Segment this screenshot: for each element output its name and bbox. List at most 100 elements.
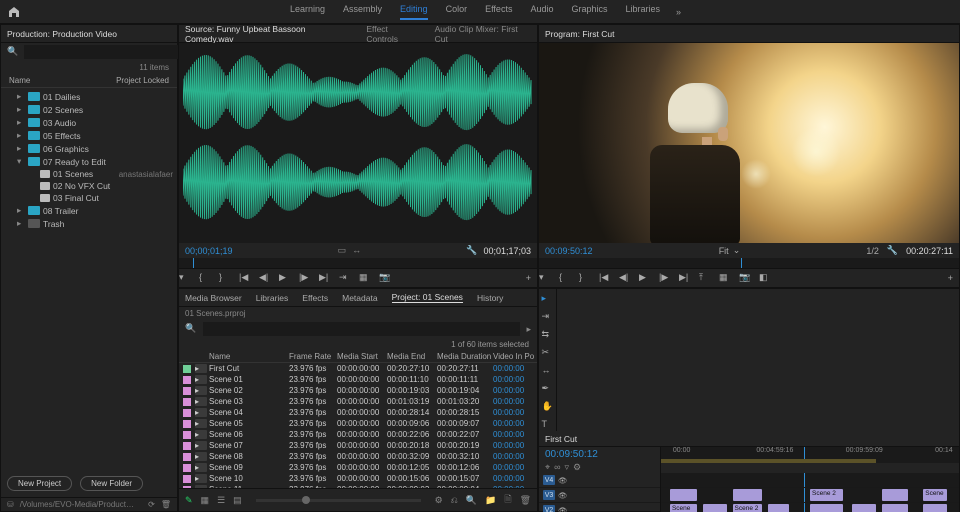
workspace-tab-assembly[interactable]: Assembly xyxy=(343,4,382,20)
workspace-tab-graphics[interactable]: Graphics xyxy=(571,4,607,20)
tree-item[interactable]: ▸Trash xyxy=(5,217,173,230)
tree-item[interactable]: ▸02 Scenes xyxy=(5,103,173,116)
fit-dropdown[interactable]: Fit xyxy=(719,246,729,256)
pencil-icon[interactable]: ✎ xyxy=(185,495,193,506)
chevron-down-icon[interactable]: ⌄ xyxy=(733,245,741,256)
video-lane[interactable]: Scene 1Scene 2 xyxy=(661,503,959,512)
tree-item[interactable]: ▾07 Ready to Edit xyxy=(5,155,173,168)
workspace-tab-libraries[interactable]: Libraries xyxy=(626,4,661,20)
video-clip[interactable] xyxy=(882,504,909,512)
automate-icon[interactable]: ⎌ xyxy=(451,495,458,506)
thumbnail-size-slider[interactable] xyxy=(256,499,421,502)
project-tab[interactable]: Project: 01 Scenes xyxy=(392,292,463,303)
project-row[interactable]: ▸Scene 0923.976 fps00:00:00:0000:00:12:0… xyxy=(179,462,537,473)
work-area-bar[interactable] xyxy=(661,459,959,463)
insert-icon[interactable]: ⇥ xyxy=(339,272,351,284)
project-tab[interactable]: Libraries xyxy=(256,293,289,303)
project-tab[interactable]: Metadata xyxy=(342,293,377,303)
export-frame-icon[interactable]: 📷 xyxy=(379,272,391,284)
step-back-icon[interactable]: ◀| xyxy=(259,272,271,284)
extract-icon[interactable]: ▦ xyxy=(719,272,731,284)
source-timecode-right[interactable]: 00;01;17;03 xyxy=(483,246,531,256)
video-clip[interactable] xyxy=(810,504,843,512)
source-ruler[interactable] xyxy=(179,258,537,268)
home-icon[interactable] xyxy=(8,6,20,18)
go-to-out-icon[interactable]: ▶| xyxy=(679,272,691,284)
timeline-ruler[interactable]: 00:0000:04:59:1600:09:59:0900:14 xyxy=(661,447,959,459)
ripple-edit-tool-icon[interactable]: ⇆ xyxy=(542,329,554,341)
video-clip[interactable] xyxy=(768,504,789,512)
marker-tool-icon[interactable]: ▿ xyxy=(565,462,570,473)
col-fps[interactable]: Frame Rate xyxy=(289,352,337,361)
tree-item[interactable]: ▸01 Dailies xyxy=(5,90,173,103)
search-icon[interactable]: 🔍 xyxy=(7,46,18,58)
project-tab[interactable]: Media Browser xyxy=(185,293,242,303)
project-row[interactable]: ▸Scene 0823.976 fps00:00:00:0000:00:32:0… xyxy=(179,451,537,462)
settings-icon[interactable]: ⚙ xyxy=(573,462,581,473)
col-status[interactable]: Project Locked xyxy=(116,76,169,85)
source-timecode-left[interactable]: 00;00;01;19 xyxy=(185,246,233,256)
timeline-timecode[interactable]: 00:09:50:12 xyxy=(545,449,654,460)
project-row[interactable]: ▸First Cut23.976 fps00:00:00:0000:20:27:… xyxy=(179,363,537,374)
video-clip[interactable] xyxy=(923,504,947,512)
video-clip[interactable] xyxy=(882,489,909,501)
tree-item[interactable]: ▸08 Trailer xyxy=(5,204,173,217)
tree-item[interactable]: 03 Final Cut xyxy=(5,192,173,204)
tree-item[interactable]: ▸03 Audio xyxy=(5,116,173,129)
step-back-icon[interactable]: ◀| xyxy=(619,272,631,284)
tree-item[interactable]: 01 Scenesanastasialafaer xyxy=(5,168,173,180)
comparison-view-icon[interactable]: ◧ xyxy=(759,272,771,284)
sequence-tab[interactable]: First Cut xyxy=(545,434,577,444)
trash-icon[interactable]: 🗑 xyxy=(520,495,531,506)
wrench-icon[interactable]: 🔧 xyxy=(887,245,898,256)
workspace-tab-color[interactable]: Color xyxy=(446,4,468,20)
tree-item[interactable]: ▸05 Effects xyxy=(5,129,173,142)
effect-controls-tab[interactable]: Effect Controls xyxy=(366,24,420,44)
project-row[interactable]: ▸Scene 0123.976 fps00:00:00:0000:00:11:1… xyxy=(179,374,537,385)
workspace-tab-editing[interactable]: Editing xyxy=(400,4,428,20)
project-tab[interactable]: Effects xyxy=(302,293,328,303)
source-tab[interactable]: Source: Funny Upbeat Bassoon Comedy.wav xyxy=(185,24,352,44)
program-ruler[interactable] xyxy=(539,258,959,268)
track-select-tool-icon[interactable]: ⇥ xyxy=(542,311,554,323)
marker-icon[interactable]: ▾ xyxy=(179,272,191,284)
wrench-icon[interactable]: 🔧 xyxy=(466,245,477,256)
search-icon[interactable]: 🔍 xyxy=(185,323,197,335)
project-tab[interactable]: History xyxy=(477,293,503,303)
video-lane[interactable] xyxy=(661,473,959,488)
button-editor-icon[interactable]: + xyxy=(526,273,531,283)
overwrite-icon[interactable]: ▦ xyxy=(359,272,371,284)
new-folder-button[interactable]: New Folder xyxy=(80,476,143,491)
program-timecode-left[interactable]: 00:09:50:12 xyxy=(545,246,593,256)
workspace-overflow-icon[interactable]: » xyxy=(676,7,681,17)
project-search-input[interactable] xyxy=(203,322,520,336)
slip-tool-icon[interactable]: ↔ xyxy=(542,365,554,377)
production-tab[interactable]: Production: Production Video xyxy=(7,29,117,39)
video-clip[interactable] xyxy=(852,504,876,512)
col-dur[interactable]: Media Duration xyxy=(437,352,493,361)
production-search-input[interactable] xyxy=(24,45,201,59)
workspace-tab-effects[interactable]: Effects xyxy=(485,4,512,20)
in-point-icon[interactable]: { xyxy=(199,272,211,284)
project-row[interactable]: ▸Scene 0423.976 fps00:00:00:0000:00:28:1… xyxy=(179,407,537,418)
source-zoom-out-icon[interactable]: ▭ xyxy=(338,245,347,256)
project-row[interactable]: ▸Scene 0223.976 fps00:00:00:0000:00:19:0… xyxy=(179,385,537,396)
video-clip[interactable] xyxy=(703,504,727,512)
video-track-head[interactable]: V3👁 xyxy=(539,488,660,503)
in-point-icon[interactable]: { xyxy=(559,272,571,284)
video-clip[interactable]: Scene xyxy=(923,489,947,501)
project-row[interactable]: ▸Scene 0323.976 fps00:00:00:0000:01:03:1… xyxy=(179,396,537,407)
project-row[interactable]: ▸Scene 0623.976 fps00:00:00:0000:00:22:0… xyxy=(179,429,537,440)
play-icon[interactable]: ▶ xyxy=(279,272,291,284)
program-viewport[interactable] xyxy=(539,43,959,243)
new-project-button[interactable]: New Project xyxy=(7,476,72,491)
pen-tool-icon[interactable]: ✒ xyxy=(542,383,554,395)
out-point-icon[interactable]: } xyxy=(579,272,591,284)
col-in[interactable]: Video In Po xyxy=(493,352,537,361)
linked-selection-icon[interactable]: ∞ xyxy=(554,462,560,473)
icon-view-icon[interactable]: ▤ xyxy=(233,495,242,506)
video-clip[interactable]: Scene 2 xyxy=(810,489,843,501)
tree-item[interactable]: ▸06 Graphics xyxy=(5,142,173,155)
type-tool-icon[interactable]: T xyxy=(542,419,554,431)
list-view-icon[interactable]: ☰ xyxy=(217,495,225,506)
